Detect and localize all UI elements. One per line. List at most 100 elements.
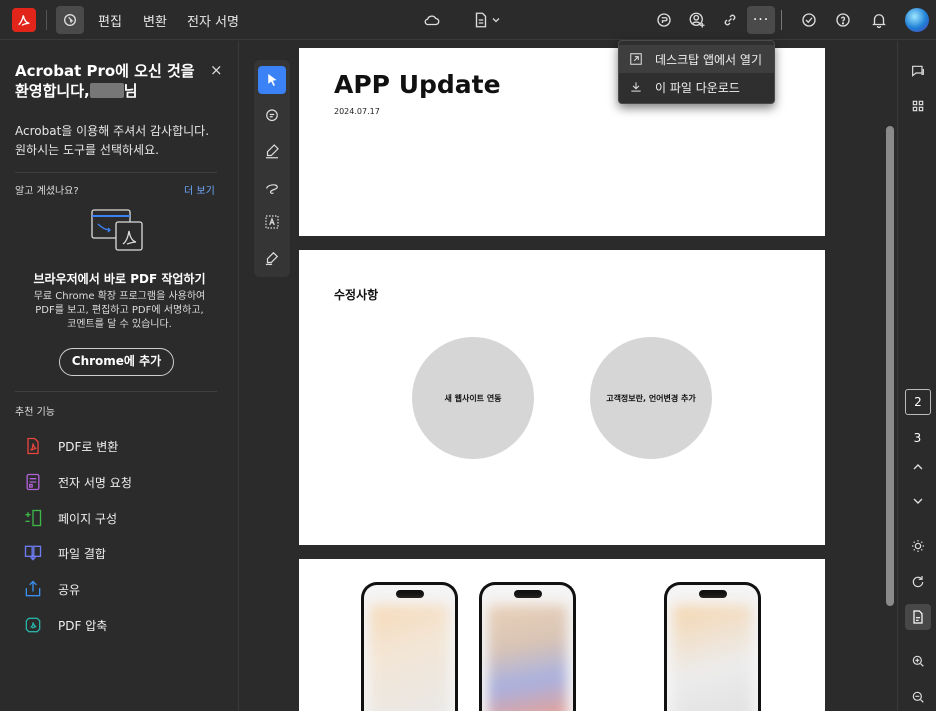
change-circle-website: 새 웹사이트 연동 [412, 337, 534, 459]
tool-label: 파일 결합 [58, 546, 106, 561]
page-info-icon [913, 610, 923, 624]
rotate-icon[interactable] [908, 572, 928, 592]
zoom-out-icon[interactable] [908, 687, 928, 707]
tool-item-request-esign[interactable]: 전자 서명 요청 [22, 470, 132, 494]
toolbar-divider [46, 10, 47, 30]
comments-panel-icon[interactable] [908, 61, 928, 81]
welcome-title-line2: 환영합니다, 님 [15, 81, 205, 101]
phone-mockup [479, 582, 576, 711]
more-options-button[interactable]: ··· [747, 6, 775, 34]
acrobat-logo-icon[interactable] [12, 8, 36, 32]
did-you-know-label: 알고 계셨나요? [15, 186, 79, 197]
pdf-page-3 [299, 559, 825, 711]
help-icon[interactable] [831, 8, 855, 32]
select-tool-button[interactable] [56, 6, 84, 34]
add-user-icon[interactable] [685, 8, 709, 32]
compress-pdf-icon [22, 614, 44, 636]
vertical-scrollbar[interactable] [886, 126, 894, 606]
current-page-input[interactable]: 2 [905, 389, 931, 415]
user-avatar[interactable] [905, 8, 929, 32]
see-more-link[interactable]: 더 보기 [184, 182, 215, 197]
tool-label: 전자 서명 요청 [58, 475, 132, 490]
circle-label: 새 웹사이트 연동 [444, 393, 502, 403]
link-icon[interactable] [718, 8, 742, 32]
divider [15, 172, 217, 173]
add-to-chrome-button[interactable]: Chrome에 추가 [59, 348, 174, 376]
redacted-username [89, 83, 124, 98]
welcome-subtitle: Acrobat을 이용해 주셔서 감사합니다. 원하시는 도구를 선택하세요. [15, 122, 225, 160]
previous-page-icon[interactable] [908, 457, 928, 477]
draw-freehand-button[interactable] [258, 173, 286, 201]
cloud-icon[interactable] [420, 8, 444, 32]
thumbnails-grid-icon[interactable] [908, 96, 928, 116]
top-toolbar: 편집 변환 전자 서명 ··· [0, 0, 936, 40]
tool-label: 페이지 구성 [58, 511, 118, 526]
sharepoint-icon[interactable] [652, 8, 676, 32]
tool-item-compress-pdf[interactable]: PDF 압축 [22, 613, 107, 637]
tool-item-organize-pages[interactable]: 페이지 구성 [22, 506, 117, 530]
menu-esign[interactable]: 전자 서명 [187, 11, 239, 30]
promo-description: 무료 Chrome 확장 프로그램을 사용하여 PDF를 보고, 편집하고 PD… [15, 290, 224, 332]
checkmark-circle-icon[interactable] [797, 8, 821, 32]
promo-line2: PDF를 보고, 편집하고 PDF에 서명하고, [35, 305, 204, 316]
share-icon [22, 578, 44, 600]
select-cursor-button[interactable] [258, 66, 286, 94]
add-comment-button[interactable] [258, 102, 286, 130]
changes-heading: 수정사항 [334, 288, 379, 302]
change-circle-customer-info: 고객정보란, 언어변경 추가 [590, 337, 712, 459]
tool-item-share[interactable]: 공유 [22, 577, 80, 601]
brightness-icon[interactable] [908, 536, 928, 556]
page-info-button[interactable] [905, 604, 931, 630]
highlight-pen-button[interactable] [258, 137, 286, 165]
next-page-icon[interactable] [908, 491, 928, 511]
menu-convert[interactable]: 변환 [143, 11, 167, 30]
close-panel-button[interactable]: × [210, 61, 223, 79]
acrobat-app: 편집 변환 전자 서명 ··· Acrobat Pro에 오신 것을 환영합니다… [0, 0, 936, 711]
menu-item-open-desktop[interactable]: 데스크탑 앱에서 열기 [619, 45, 774, 73]
phone-mockup [664, 582, 761, 711]
tool-label: PDF로 변환 [58, 439, 119, 454]
pdf-page-2: 수정사항 새 웹사이트 연동 고객정보란, 언어변경 추가 [299, 250, 825, 545]
menu-item-label: 데스크탑 앱에서 열기 [655, 52, 762, 67]
welcome-title-line1: Acrobat Pro에 오신 것을 [15, 62, 195, 80]
menu-item-download[interactable]: 이 파일 다운로드 [619, 73, 774, 101]
tool-label: 공유 [58, 582, 81, 597]
right-rail: 2 3 [897, 41, 936, 711]
circle-label: 고객정보란, 언어변경 추가 [606, 393, 696, 403]
tool-label: PDF 압축 [58, 618, 108, 633]
pdf-convert-icon [22, 435, 44, 457]
combine-files-icon [22, 542, 44, 564]
promo-line1: 무료 Chrome 확장 프로그램을 사용하여 [33, 291, 206, 302]
phone-mockup [361, 582, 458, 711]
download-icon [631, 82, 641, 92]
divider [15, 391, 217, 392]
open-external-icon [630, 53, 642, 65]
page-title: APP Update [334, 70, 501, 99]
welcome-panel: Acrobat Pro에 오신 것을 환영합니다, 님 × Acrobat을 이용… [0, 41, 239, 711]
more-options-menu: 데스크탑 앱에서 열기 이 파일 다운로드 [618, 40, 775, 104]
esign-request-icon [22, 471, 44, 493]
welcome-title: Acrobat Pro에 오신 것을 환영합니다, 님 [15, 61, 205, 101]
browser-pdf-illustration-icon [90, 208, 146, 252]
tool-item-convert-pdf[interactable]: PDF로 변환 [22, 434, 118, 458]
total-pages: 3 [913, 431, 922, 445]
quick-tools-strip [254, 60, 290, 277]
document-menu-icon[interactable] [467, 8, 507, 32]
menu-edit[interactable]: 편집 [98, 11, 122, 30]
toolbar-divider [781, 10, 782, 30]
promo-line3: 코멘트를 달 수 있습니다. [67, 319, 172, 330]
menu-item-label: 이 파일 다운로드 [655, 80, 740, 95]
tool-item-combine-files[interactable]: 파일 결합 [22, 541, 106, 565]
welcome-title-suffix: 님 [123, 82, 138, 100]
zoom-in-icon[interactable] [908, 651, 928, 671]
page-date: 2024.07.17 [334, 107, 380, 116]
recommended-tools-label: 추천 기능 [15, 407, 55, 418]
welcome-subtitle-line2: 원하시는 도구를 선택하세요. [15, 143, 159, 157]
sign-pen-button[interactable] [258, 244, 286, 272]
promo-title: 브라우저에서 바로 PDF 작업하기 [33, 272, 206, 286]
notification-bell-icon[interactable] [867, 8, 891, 32]
welcome-title-prefix: 환영합니다, [15, 82, 90, 100]
organize-pages-icon [22, 507, 44, 529]
document-viewer[interactable]: APP Update 2024.07.17 수정사항 새 웹사이트 연동 고객정… [240, 41, 896, 711]
add-text-button[interactable] [258, 208, 286, 236]
